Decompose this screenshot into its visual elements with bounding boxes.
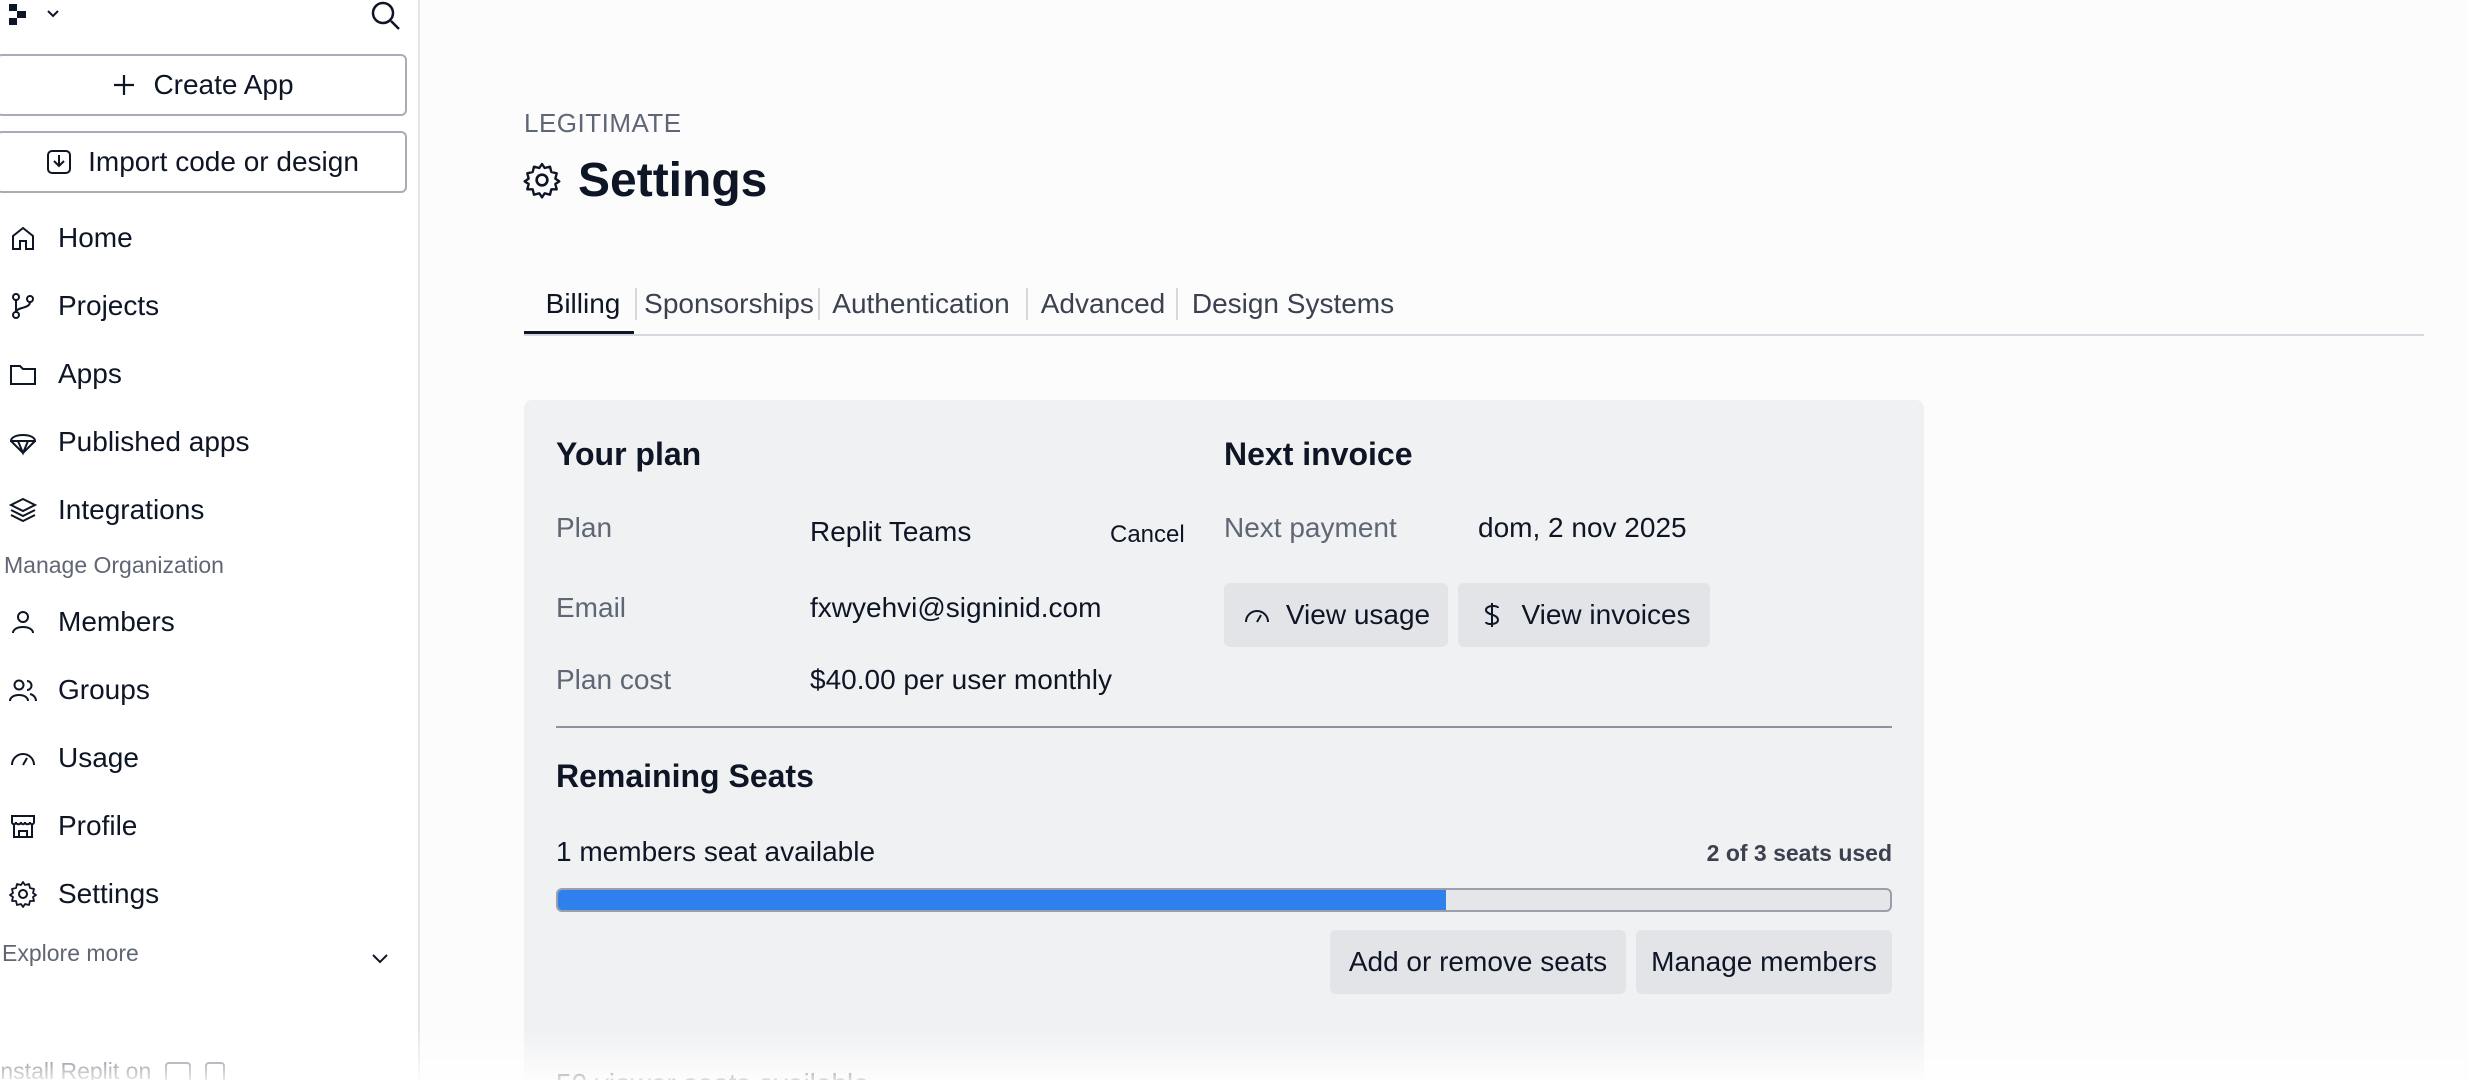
billing-card: Your plan Plan Replit Teams Cancel Email… bbox=[524, 400, 1924, 1080]
install-replit-label: Install Replit on bbox=[0, 1058, 152, 1080]
tab-divider bbox=[635, 288, 637, 320]
gauge-icon bbox=[11, 753, 35, 766]
manage-organization-heading: Manage Organization bbox=[4, 552, 224, 578]
organization-name: LEGITIMATE bbox=[524, 108, 682, 138]
import-icon bbox=[47, 150, 72, 174]
settings-tabs: Billing Sponsorships Authentication Adva… bbox=[524, 280, 2424, 336]
tab-divider bbox=[1176, 288, 1178, 320]
sidebar-item-settings[interactable]: Settings bbox=[0, 866, 410, 922]
user-icon bbox=[12, 611, 34, 634]
tab-divider bbox=[818, 288, 820, 320]
next-payment-value: dom, 2 nov 2025 bbox=[1478, 512, 1687, 543]
cancel-plan-link[interactable]: Cancel bbox=[1110, 521, 1185, 549]
explore-more-label: Explore more bbox=[2, 940, 139, 966]
layers-icon bbox=[8, 497, 38, 523]
viewer-seats-text: 50 viewer seats available bbox=[556, 1068, 869, 1080]
remaining-seats-heading: Remaining Seats bbox=[556, 758, 814, 794]
seats-used-text: 2 of 3 seats used bbox=[1706, 840, 1892, 866]
plan-value: Replit Teams bbox=[810, 516, 972, 547]
tab-label: Authentication bbox=[832, 288, 1010, 319]
sidebar-item-published-apps[interactable]: Published apps bbox=[0, 414, 410, 470]
view-invoices-button[interactable]: View invoices bbox=[1458, 583, 1710, 647]
your-plan-heading: Your plan bbox=[556, 436, 702, 472]
manage-members-label: Manage members bbox=[1651, 946, 1877, 977]
sidebar-item-groups[interactable]: Groups bbox=[0, 662, 410, 718]
sidebar-item-label: Members bbox=[58, 606, 175, 637]
sidebar-item-label: Home bbox=[58, 222, 133, 253]
explore-more-toggle[interactable]: Explore more bbox=[2, 940, 392, 976]
plan-label: Plan bbox=[556, 512, 613, 543]
tab-design-systems[interactable]: Design Systems bbox=[1188, 288, 1398, 334]
import-code-label: Import code or design bbox=[88, 146, 359, 177]
replit-logo-icon[interactable] bbox=[8, 2, 34, 28]
plus-icon bbox=[114, 75, 135, 95]
sidebar-item-label: Profile bbox=[58, 810, 138, 841]
chevron-down-icon[interactable] bbox=[44, 4, 62, 22]
plan-cost-label: Plan cost bbox=[556, 664, 672, 695]
sidebar-item-label: Groups bbox=[58, 674, 150, 705]
users-icon bbox=[9, 679, 37, 702]
tab-billing[interactable]: Billing bbox=[524, 288, 634, 334]
sidebar-item-label: Projects bbox=[58, 290, 160, 321]
seats-available-text: 1 members seat available bbox=[556, 836, 876, 867]
install-replit-row: Install Replit on bbox=[0, 1058, 226, 1080]
view-invoices-label: View invoices bbox=[1521, 599, 1691, 630]
next-invoice-heading: Next invoice bbox=[1224, 436, 1413, 472]
tab-authentication[interactable]: Authentication bbox=[826, 288, 1016, 334]
parachute-icon bbox=[9, 434, 37, 456]
folder-icon bbox=[10, 365, 36, 385]
create-app-label: Create App bbox=[153, 69, 294, 100]
sidebar-item-integrations[interactable]: Integrations bbox=[0, 482, 410, 538]
sidebar-item-projects[interactable]: Projects bbox=[0, 278, 410, 334]
dollar-icon bbox=[1485, 603, 1500, 627]
seats-progress-fill bbox=[558, 890, 1447, 910]
page-title: Settings bbox=[578, 153, 768, 207]
gear-icon bbox=[9, 881, 37, 908]
sidebar-item-apps[interactable]: Apps bbox=[0, 346, 410, 402]
search-icon[interactable] bbox=[370, 0, 402, 32]
tab-label: Billing bbox=[545, 288, 621, 319]
tab-advanced[interactable]: Advanced bbox=[1038, 288, 1168, 334]
plan-cost-value: $40.00 per user monthly bbox=[810, 664, 1112, 695]
mobile-icon[interactable] bbox=[205, 1061, 226, 1080]
gear-icon bbox=[523, 162, 561, 199]
sidebar-item-label: Integrations bbox=[58, 494, 205, 525]
storefront-icon bbox=[11, 815, 35, 838]
gauge-icon bbox=[1244, 610, 1269, 623]
view-usage-button[interactable]: View usage bbox=[1224, 583, 1448, 647]
tab-label: Advanced bbox=[1040, 288, 1166, 319]
desktop-icon[interactable] bbox=[165, 1061, 192, 1080]
email-value: fxwyehvi@signinid.com bbox=[810, 592, 1102, 623]
sidebar-item-label: Apps bbox=[58, 358, 122, 389]
chevron-down-icon bbox=[372, 954, 388, 964]
main-content: LEGITIMATE Settings Billing Sponsorships… bbox=[420, 0, 2468, 1080]
sidebar-item-members[interactable]: Members bbox=[0, 594, 410, 650]
tab-label: Sponsorships bbox=[644, 288, 814, 319]
sidebar-item-label: Settings bbox=[58, 878, 160, 909]
sidebar-item-profile[interactable]: Profile bbox=[0, 798, 410, 854]
add-remove-seats-label: Add or remove seats bbox=[1348, 946, 1608, 977]
sidebar-top-bar bbox=[0, 0, 410, 34]
sidebar-item-usage[interactable]: Usage bbox=[0, 730, 410, 786]
import-code-button[interactable]: Import code or design bbox=[0, 131, 407, 193]
page-header: Settings bbox=[522, 150, 767, 210]
tab-label: Design Systems bbox=[1191, 288, 1395, 319]
email-label: Email bbox=[556, 592, 627, 623]
next-payment-label: Next payment bbox=[1224, 512, 1397, 543]
sidebar-item-label: Published apps bbox=[58, 426, 250, 457]
sidebar-item-home[interactable]: Home bbox=[0, 210, 410, 266]
home-icon bbox=[12, 226, 34, 250]
add-remove-seats-button[interactable]: Add or remove seats bbox=[1330, 930, 1626, 994]
manage-members-button[interactable]: Manage members bbox=[1636, 930, 1892, 994]
sidebar: Create App Import code or design Home Pr… bbox=[0, 0, 420, 1080]
section-divider bbox=[556, 726, 1892, 728]
tab-sponsorships[interactable]: Sponsorships bbox=[644, 288, 814, 334]
branch-icon bbox=[12, 293, 34, 319]
view-usage-label: View usage bbox=[1285, 599, 1431, 630]
create-app-button[interactable]: Create App bbox=[0, 54, 407, 116]
sidebar-item-label: Usage bbox=[58, 742, 139, 773]
tab-divider bbox=[1026, 288, 1028, 320]
seats-progress-bar bbox=[556, 888, 1892, 912]
